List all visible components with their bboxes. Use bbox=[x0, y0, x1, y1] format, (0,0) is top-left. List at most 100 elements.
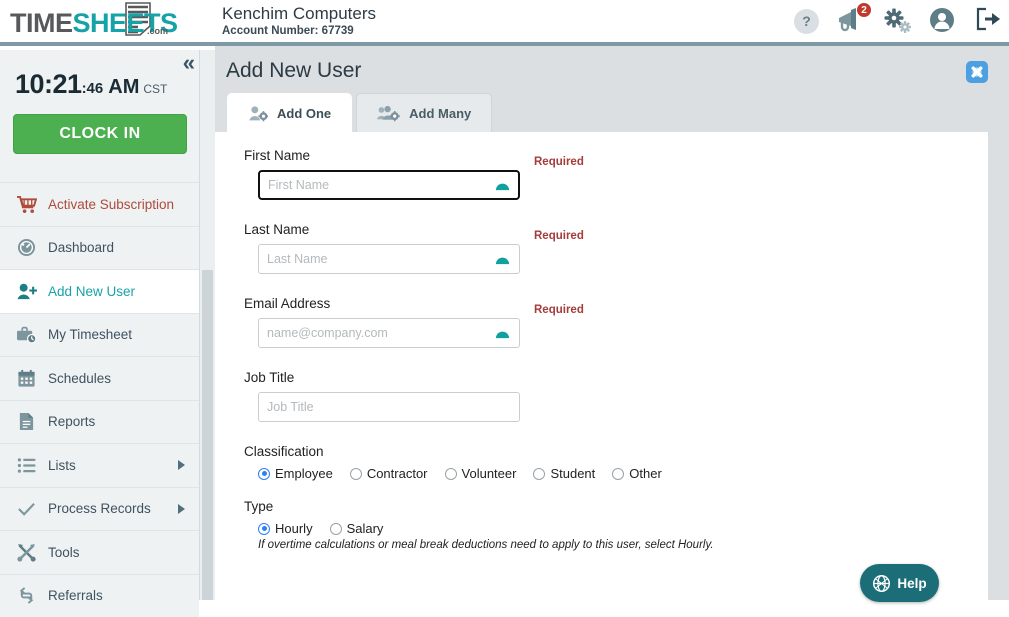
sidebar-item-label: Tools bbox=[48, 545, 80, 560]
classification-radio-group: Employee Contractor Volunteer Student bbox=[258, 466, 944, 481]
announcement-count-badge: 2 bbox=[856, 2, 872, 18]
account-number: Account Number: 67739 bbox=[222, 24, 376, 39]
document-icon bbox=[14, 412, 38, 432]
sidebar-item-label: Lists bbox=[48, 458, 76, 473]
radio-label: Other bbox=[629, 466, 662, 481]
company-name: Kenchim Computers bbox=[222, 3, 376, 24]
check-icon bbox=[14, 499, 38, 519]
logout-icon bbox=[975, 7, 1001, 31]
user-avatar-icon bbox=[929, 7, 955, 33]
type-radio-group: Hourly Salary bbox=[258, 521, 944, 536]
sidebar-item-tools[interactable]: Tools bbox=[0, 530, 199, 574]
radio-icon bbox=[258, 523, 270, 535]
page-title: Add New User bbox=[226, 59, 361, 83]
classification-option-volunteer[interactable]: Volunteer bbox=[445, 466, 517, 481]
calendar-icon bbox=[14, 368, 38, 388]
cart-icon bbox=[14, 194, 38, 214]
radio-icon bbox=[612, 468, 624, 480]
company-info: Kenchim Computers Account Number: 67739 bbox=[222, 3, 376, 39]
briefcase-clock-icon bbox=[14, 325, 38, 345]
radio-label: Volunteer bbox=[462, 466, 517, 481]
last-name-field-row: Last Name Required bbox=[244, 222, 944, 274]
help-button[interactable]: ? bbox=[794, 9, 819, 34]
email-input[interactable] bbox=[258, 318, 520, 348]
job-title-input[interactable] bbox=[258, 392, 520, 422]
announcements-button[interactable]: 2 bbox=[837, 7, 865, 35]
add-user-form: First Name Required Last Name bbox=[244, 148, 944, 551]
sidebar-item-label: Referrals bbox=[48, 588, 103, 603]
list-icon bbox=[14, 455, 38, 475]
globe-icon bbox=[872, 574, 891, 593]
radio-icon bbox=[445, 468, 457, 480]
tab-add-many[interactable]: Add Many bbox=[356, 93, 492, 132]
radio-icon bbox=[533, 468, 545, 480]
radio-icon bbox=[350, 468, 362, 480]
sidebar-item-lists[interactable]: Lists bbox=[0, 443, 199, 487]
sidebar-item-my-timesheet[interactable]: My Timesheet bbox=[0, 313, 199, 357]
sidebar-nav: Activate Subscription Dashboard bbox=[0, 182, 199, 617]
logout-button[interactable] bbox=[975, 7, 1001, 35]
clock-timezone: CST bbox=[143, 82, 167, 96]
classification-option-employee[interactable]: Employee bbox=[258, 466, 333, 481]
type-option-salary[interactable]: Salary bbox=[330, 521, 384, 536]
sidebar-scrollbar-thumb[interactable] bbox=[202, 270, 213, 600]
current-time-display: 10:21:46AMCST bbox=[0, 69, 200, 100]
sidebar-item-reports[interactable]: Reports bbox=[0, 400, 199, 444]
question-mark-icon: ? bbox=[794, 9, 819, 34]
sidebar-item-add-new-user[interactable]: Add New User bbox=[0, 269, 199, 313]
last-name-input[interactable] bbox=[258, 244, 520, 274]
tab-bar: Add One Add Many bbox=[227, 93, 492, 132]
type-field-row: Type Hourly Salary If overtime calculati… bbox=[244, 499, 944, 551]
form-panel: First Name Required Last Name bbox=[215, 132, 988, 600]
email-field-row: Email Address Required bbox=[244, 296, 944, 348]
add-many-users-icon bbox=[377, 105, 400, 122]
sidebar-item-label: Process Records bbox=[48, 501, 151, 516]
sidebar-item-label: Activate Subscription bbox=[48, 197, 174, 212]
user-account-button[interactable] bbox=[929, 7, 957, 35]
radio-label: Contractor bbox=[367, 466, 428, 481]
type-option-hourly[interactable]: Hourly bbox=[258, 521, 313, 536]
referral-icon bbox=[14, 586, 38, 606]
clock-meridiem: AM bbox=[108, 76, 139, 98]
top-header-bar: TIMESHEETS .com Kenchim Computers Accoun… bbox=[0, 0, 1009, 46]
header-icon-group: ? 2 bbox=[794, 0, 1001, 42]
app-logo[interactable]: TIMESHEETS .com bbox=[8, 2, 208, 44]
settings-button[interactable] bbox=[883, 7, 911, 35]
logo-time-text: TIME bbox=[10, 8, 73, 38]
sidebar-item-schedules[interactable]: Schedules bbox=[0, 356, 199, 400]
main-content-area: Add New User Add One bbox=[215, 46, 1009, 600]
sidebar-item-process-records[interactable]: Process Records bbox=[0, 487, 199, 531]
radio-label: Employee bbox=[275, 466, 333, 481]
help-button-label: Help bbox=[897, 576, 926, 591]
sidebar-item-dashboard[interactable]: Dashboard bbox=[0, 226, 199, 270]
classification-field-row: Classification Employee Contractor Volun… bbox=[244, 444, 944, 481]
radio-label: Salary bbox=[347, 521, 384, 536]
radio-label: Student bbox=[550, 466, 595, 481]
job-title-field-row: Job Title bbox=[244, 370, 944, 422]
classification-option-student[interactable]: Student bbox=[533, 466, 595, 481]
sidebar-item-activate-subscription[interactable]: Activate Subscription bbox=[0, 182, 199, 226]
sidebar-item-label: My Timesheet bbox=[48, 327, 132, 342]
first-name-field-row: First Name Required bbox=[244, 148, 944, 200]
gauge-icon bbox=[14, 238, 38, 258]
sidebar: « 10:21:46AMCST CLOCK IN Activate Subscr… bbox=[0, 50, 200, 600]
chevron-right-icon bbox=[178, 460, 185, 470]
clock-in-button[interactable]: CLOCK IN bbox=[13, 114, 187, 154]
sidebar-item-label: Reports bbox=[48, 414, 95, 429]
radio-label: Hourly bbox=[275, 521, 313, 536]
tab-add-one[interactable]: Add One bbox=[227, 93, 352, 132]
classification-option-other[interactable]: Other bbox=[612, 466, 662, 481]
sidebar-item-referrals[interactable]: Referrals bbox=[0, 574, 199, 617]
type-label: Type bbox=[244, 499, 944, 514]
user-plus-icon bbox=[14, 281, 38, 301]
radio-icon bbox=[330, 523, 342, 535]
sidebar-item-label: Add New User bbox=[48, 284, 135, 299]
last-name-required-text: Required bbox=[534, 230, 584, 242]
help-floating-button[interactable]: Help bbox=[860, 564, 939, 602]
classification-option-contractor[interactable]: Contractor bbox=[350, 466, 428, 481]
clock-seconds: :46 bbox=[82, 80, 104, 97]
first-name-input[interactable] bbox=[258, 170, 520, 200]
add-one-user-icon bbox=[248, 105, 268, 122]
close-button[interactable] bbox=[966, 61, 988, 83]
email-required-text: Required bbox=[534, 304, 584, 316]
